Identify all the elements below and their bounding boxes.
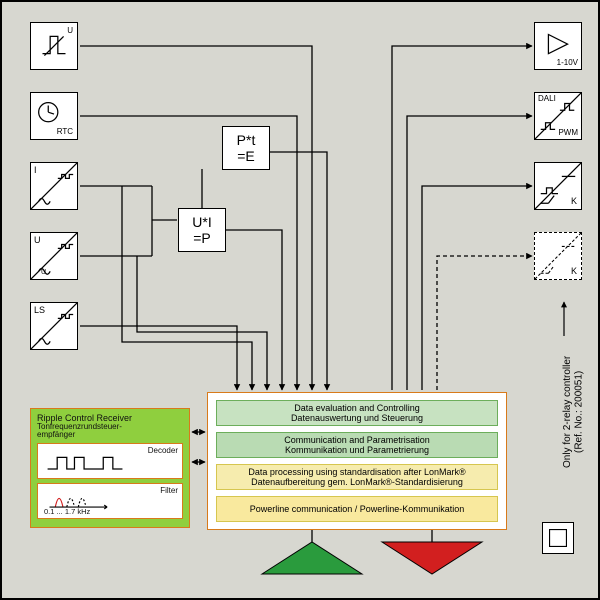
stack-comm-param: Communication and Parametrisation Kommun… xyxy=(216,432,498,458)
relay-k1-label: K xyxy=(571,197,577,206)
dali-pwm-block: DALI PWM xyxy=(534,92,582,140)
stack-data-eval-en: Data evaluation and Controlling xyxy=(294,403,420,413)
varistor-block: U xyxy=(30,22,78,70)
voltage-sub: U xyxy=(41,269,46,276)
stack-lonmark: Data processing using standardisation af… xyxy=(216,464,498,490)
voltage-u: U xyxy=(34,236,41,245)
calc-ui-p: U*I =P xyxy=(178,208,226,252)
relay-k2-block: K xyxy=(534,232,582,280)
ripple-decoder-box: Decoder xyxy=(37,443,183,479)
pwm-label: PWM xyxy=(558,129,578,137)
rtc-caption: RTC xyxy=(57,127,73,136)
amp-block: 1-10V xyxy=(534,22,582,70)
rtc-block: RTC xyxy=(30,92,78,140)
current-transducer-block: I xyxy=(30,162,78,210)
stack-powerline-text: Powerline communication / Powerline-Komm… xyxy=(250,504,465,514)
controller-stack: Data evaluation and Controlling Datenaus… xyxy=(207,392,507,530)
stack-comm-param-de: Kommunikation und Parametrierung xyxy=(285,445,429,455)
ripple-control-receiver: Ripple Control Receiver Tonfrequenzrunds… xyxy=(30,408,190,528)
stack-lonmark-en: Data processing using standardisation af… xyxy=(248,467,465,477)
footnote-2relay: Only for 2-relay controller (Ref. No.: 2… xyxy=(562,312,578,512)
calc-pt-e: P*t =E xyxy=(222,126,270,170)
current-i: I xyxy=(34,166,37,175)
ripple-subtitle: Tonfrequenzrundsteuer- empfänger xyxy=(37,423,183,440)
ls-transducer-block: LS xyxy=(30,302,78,350)
ripple-filter-box: Filter 0.1 ... 1.7 kHz xyxy=(37,483,183,519)
varistor-caption: U xyxy=(67,27,73,35)
stack-lonmark-de: Datenaufbereitung gem. LonMark®-Standard… xyxy=(251,477,463,487)
stack-data-eval-de: Datenauswertung und Steuerung xyxy=(291,413,423,423)
stack-powerline: Powerline communication / Powerline-Komm… xyxy=(216,496,498,522)
aux-square xyxy=(542,522,574,554)
voltage-transducer-block: U U xyxy=(30,232,78,280)
dali-label: DALI xyxy=(538,95,556,103)
ls-label: LS xyxy=(34,306,45,315)
stack-comm-param-en: Communication and Parametrisation xyxy=(284,435,430,445)
relay-k2-label: K xyxy=(571,267,577,276)
stack-data-eval: Data evaluation and Controlling Datenaus… xyxy=(216,400,498,426)
amp-caption: 1-10V xyxy=(557,58,578,67)
relay-k1-block: K xyxy=(534,162,582,210)
